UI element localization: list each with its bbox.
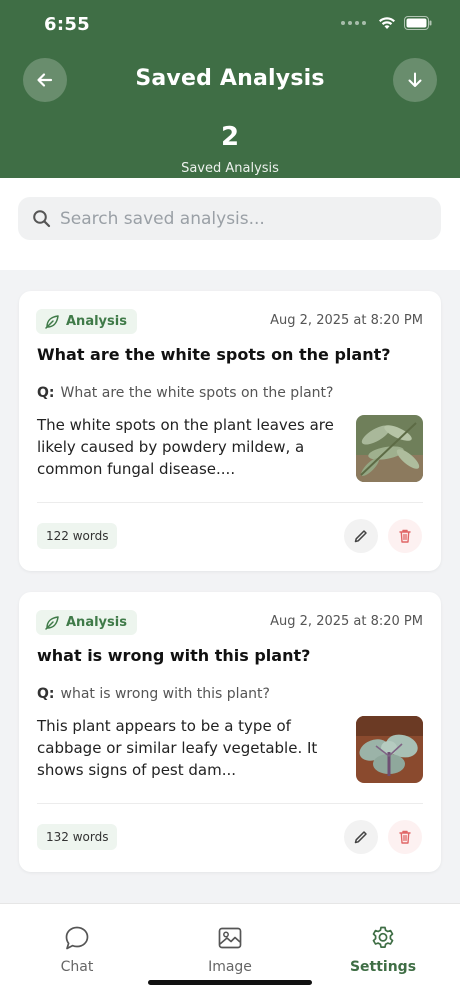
saved-count-label: Saved Analysis [181,161,279,176]
leaf-icon [45,615,59,630]
nav-item-settings[interactable]: Settings [333,924,433,975]
status-icons [341,16,432,30]
card-date: Aug 2, 2025 at 8:20 PM [270,614,423,629]
nav-label: Image [208,959,252,975]
status-bar: 6:55 [0,0,460,50]
status-time: 6:55 [44,14,90,35]
page-title: Saved Analysis [135,66,325,91]
wifi-icon [379,17,395,29]
question-label: Q: [37,686,55,702]
edit-button[interactable] [344,519,378,553]
chat-bubble-icon [65,926,89,950]
nav-item-chat[interactable]: Chat [27,924,127,975]
word-count-badge: 122 words [37,523,118,549]
card-question: Q: what is wrong with this plant? [37,686,427,702]
search-icon [33,210,51,228]
question-text: What are the white spots on the plant? [60,385,334,401]
edit-button[interactable] [344,820,378,854]
pencil-icon [354,530,367,543]
cabbage-plant-image [356,716,423,783]
saved-analysis-screen: 6:55 Saved Analysis 2 Saved Analysis Sea… [0,0,460,996]
search-input[interactable] [60,197,430,240]
plant-thumbnail[interactable] [356,415,423,482]
plant-leaves-image [356,415,423,482]
trash-icon [399,529,411,543]
analysis-card[interactable]: Analysis Aug 2, 2025 at 8:20 PM what is … [19,592,441,872]
signal-icon [341,21,366,25]
download-button[interactable] [393,58,437,102]
card-date: Aug 2, 2025 at 8:20 PM [270,313,423,328]
saved-count: 2 [220,122,240,152]
tag-label: Analysis [66,314,127,329]
card-summary: The white spots on the plant leaves are … [37,416,334,478]
card-summary: This plant appears to be a type of cabba… [37,717,318,779]
question-label: Q: [37,385,55,401]
trash-icon [399,830,411,844]
card-divider [37,502,423,503]
pencil-icon [354,831,367,844]
gear-icon [372,926,394,948]
analysis-tag: Analysis [36,309,137,334]
image-icon [218,927,242,949]
nav-item-image[interactable]: Image [180,924,280,975]
card-title: What are the white spots on the plant? [37,345,391,364]
battery-icon [404,16,432,30]
analysis-tag: Analysis [36,610,137,635]
leaf-icon [45,314,59,329]
delete-button[interactable] [388,519,422,553]
plant-thumbnail[interactable] [356,716,423,783]
nav-label: Chat [60,959,94,975]
home-indicator [148,980,312,985]
word-count-badge: 132 words [37,824,118,850]
analysis-card[interactable]: Analysis Aug 2, 2025 at 8:20 PM What are… [19,291,441,571]
arrow-down-icon [408,72,422,87]
header: 6:55 Saved Analysis 2 Saved Analysis [0,0,460,178]
nav-label: Settings [349,959,417,975]
card-question: Q: What are the white spots on the plant? [37,385,427,401]
search-area [0,178,460,270]
card-title: what is wrong with this plant? [37,646,311,665]
card-divider [37,803,423,804]
tag-label: Analysis [66,615,127,630]
search-box[interactable] [18,197,441,240]
question-text: what is wrong with this plant? [60,686,270,702]
delete-button[interactable] [388,820,422,854]
